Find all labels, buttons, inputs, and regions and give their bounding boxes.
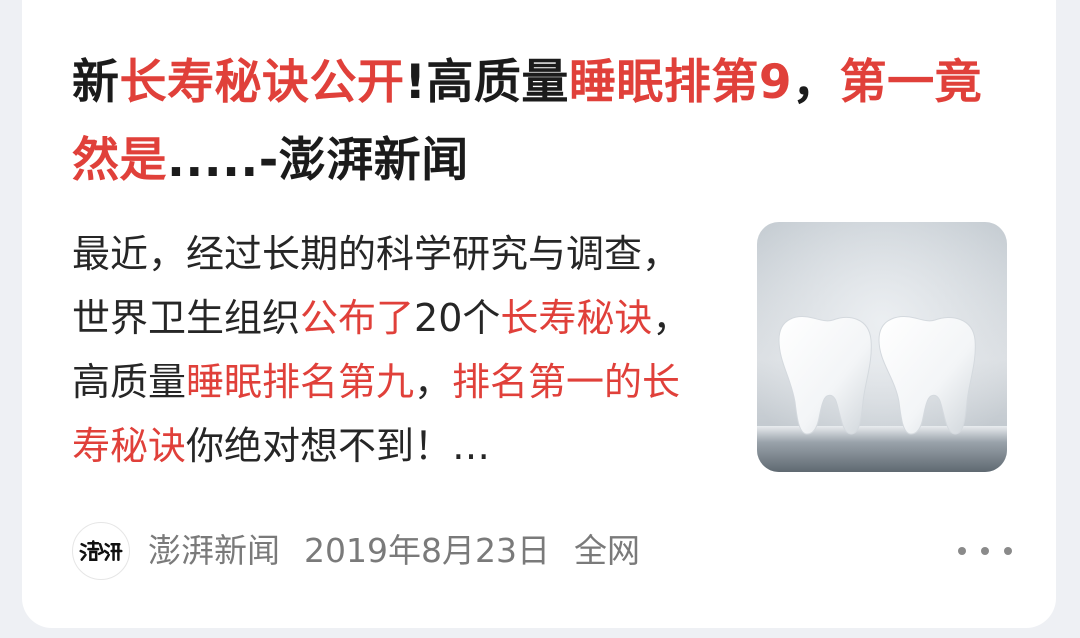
summary-highlight: 公布了 <box>300 296 415 340</box>
title-segment: .....-澎湃新闻 <box>167 133 469 188</box>
article-footer: 澎湃新闻 2019年8月23日 全网 <box>72 522 1012 580</box>
summary-segment: 你绝对想不到！… <box>186 424 491 468</box>
scope-label: 全网 <box>573 531 640 570</box>
dot <box>1004 547 1012 555</box>
title-segment: 新 <box>72 55 120 110</box>
article-thumbnail[interactable] <box>757 222 1007 472</box>
summary-segment: ， <box>414 360 453 404</box>
title-segment: !高质量 <box>404 55 569 110</box>
dot <box>981 547 989 555</box>
article-summary: 最近，经过长期的科学研究与调查，世界卫生组织公布了20个长寿秘诀，高质量睡眠排名… <box>72 222 712 478</box>
source-logo[interactable] <box>72 522 130 580</box>
more-dots-icon[interactable] <box>958 536 1012 566</box>
title-highlight: 长寿秘诀公开 <box>119 55 405 110</box>
dot <box>958 547 966 555</box>
article-title[interactable]: 新长寿秘诀公开!高质量睡眠排第9，第一竟然是.....-澎湃新闻 <box>72 44 992 200</box>
search-result-card[interactable]: 新长寿秘诀公开!高质量睡眠排第9，第一竟然是.....-澎湃新闻 最近，经过长期… <box>22 0 1056 628</box>
publish-date: 2019年8月23日 <box>304 531 550 570</box>
summary-highlight: 睡眠排名第九 <box>186 360 415 404</box>
thepaper-logo <box>79 540 123 561</box>
source-name[interactable]: 澎湃新闻 <box>148 531 280 570</box>
summary-segment: 20个 <box>414 296 501 340</box>
summary-highlight: 长寿秘诀 <box>500 296 653 340</box>
title-highlight: 睡眠排第9 <box>568 55 793 110</box>
article-meta: 澎湃新闻 2019年8月23日 全网 <box>148 522 664 580</box>
teeth-image <box>757 222 1007 472</box>
title-segment: ， <box>792 55 840 110</box>
